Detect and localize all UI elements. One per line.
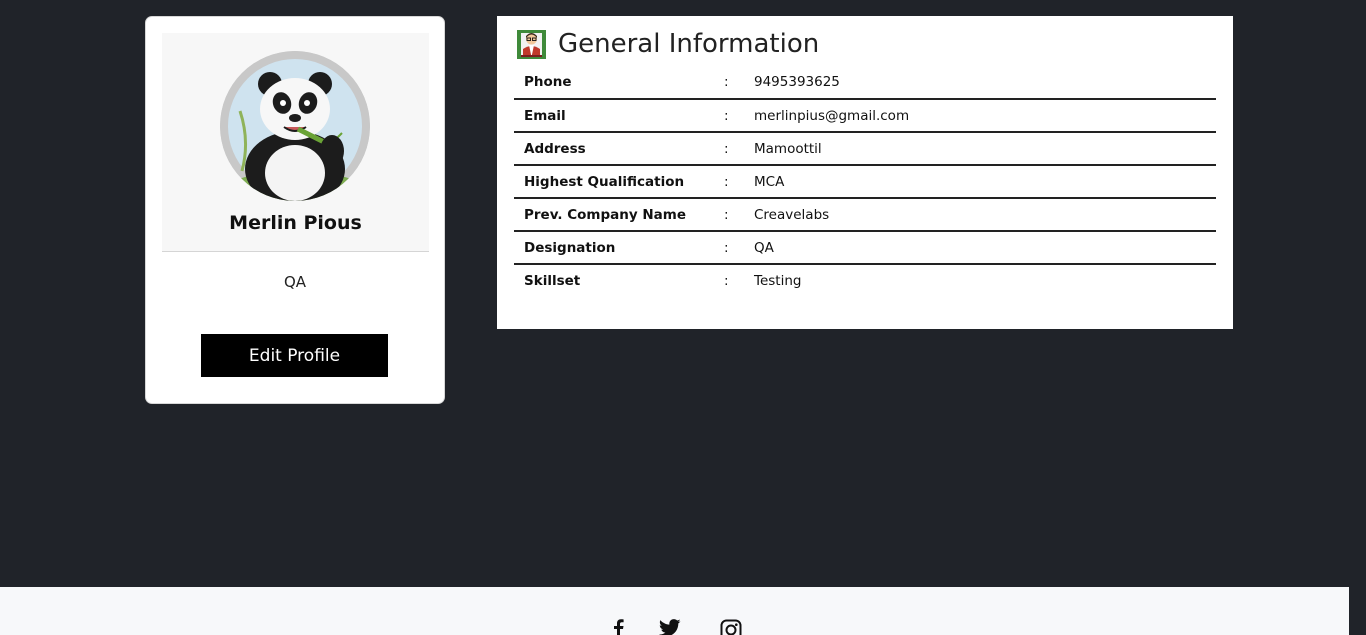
row-separator: :	[724, 132, 754, 166]
row-value-prev-company: Creavelabs	[754, 198, 1216, 232]
table-row: Phone : 9495393625	[514, 66, 1216, 100]
facebook-icon[interactable]	[611, 619, 625, 635]
general-information-panel: General Information Phone : 9495393625 E…	[497, 16, 1233, 329]
row-separator: :	[724, 198, 754, 232]
row-label-phone: Phone	[514, 66, 724, 100]
row-value-email: merlinpius@gmail.com	[754, 99, 1216, 133]
row-label-address: Address	[514, 132, 724, 166]
table-row: Prev. Company Name : Creavelabs	[514, 198, 1216, 232]
row-value-designation: QA	[754, 231, 1216, 265]
profile-page: Merlin Pious QA Edit Profile General Inf…	[0, 0, 1366, 635]
profile-card: Merlin Pious QA Edit Profile	[145, 16, 445, 404]
row-separator: :	[724, 66, 754, 100]
avatar	[220, 51, 370, 201]
row-value-skillset: Testing	[754, 273, 802, 289]
row-value-phone: 9495393625	[754, 66, 1216, 100]
table-row: Highest Qualification : MCA	[514, 165, 1216, 199]
profile-role: QA	[283, 273, 307, 291]
row-label-designation: Designation	[514, 231, 724, 265]
edit-profile-button[interactable]: Edit Profile	[201, 334, 388, 377]
table-row: Designation : QA	[514, 231, 1216, 265]
profile-header: Merlin Pious	[162, 33, 429, 252]
general-information-table: Phone : 9495393625 Email : merlinpius@gm…	[514, 66, 1216, 297]
row-value-qualification: MCA	[754, 165, 1216, 199]
person-icon	[517, 29, 546, 59]
general-information-header: General Information	[517, 26, 819, 62]
row-label-qualification: Highest Qualification	[514, 165, 724, 199]
row-separator: :	[724, 165, 754, 199]
table-row: Email : merlinpius@gmail.com	[514, 99, 1216, 133]
row-separator: :	[724, 231, 754, 265]
footer	[0, 587, 1349, 635]
row-separator: :	[724, 99, 754, 133]
profile-name: Merlin Pious	[229, 212, 362, 234]
row-separator: :	[724, 273, 729, 289]
table-row: Skillset : Testing	[514, 264, 1216, 297]
general-information-title: General Information	[558, 29, 820, 59]
row-label-email: Email	[514, 99, 724, 133]
panda-avatar-icon	[220, 51, 370, 201]
twitter-icon[interactable]	[659, 619, 681, 635]
row-label-prev-company: Prev. Company Name	[514, 198, 724, 232]
table-row: Address : Mamoottil	[514, 132, 1216, 166]
instagram-icon[interactable]	[720, 619, 742, 635]
row-label-skillset: Skillset	[524, 273, 581, 289]
row-value-address: Mamoottil	[754, 132, 1216, 166]
